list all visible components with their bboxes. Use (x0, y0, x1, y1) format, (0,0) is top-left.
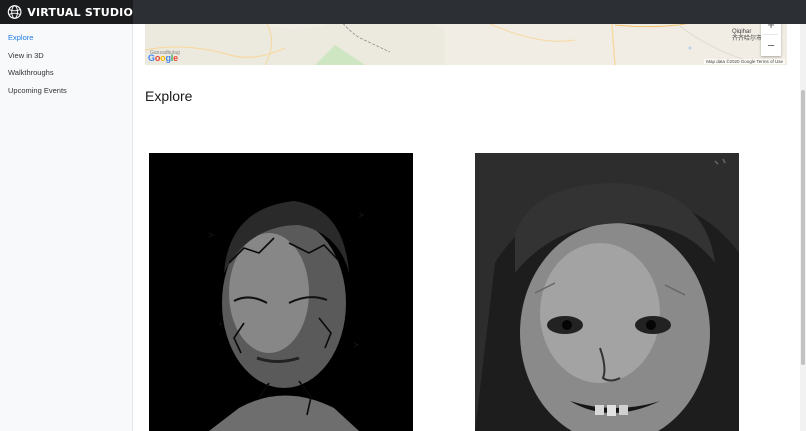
sidebar: Explore View in 3D Walkthroughs Upcoming… (0, 24, 133, 431)
artwork-image-child[interactable] (475, 153, 739, 431)
page-scrollbar[interactable] (800, 24, 806, 431)
globe-icon (7, 5, 22, 19)
gallery-card-woman-tattoo[interactable] (149, 153, 413, 431)
sidebar-menu: Explore View in 3D Walkthroughs Upcoming… (0, 24, 132, 104)
sidebar-item-view-in-3d[interactable]: View in 3D (0, 51, 132, 69)
sidebar-item-explore[interactable]: Explore (0, 33, 132, 51)
top-bar: VIRTUAL STUDIO (0, 0, 806, 24)
gallery-card-child-sketch[interactable] (475, 153, 739, 431)
google-logo[interactable]: Google (148, 53, 178, 63)
sidebar-item-walkthroughs[interactable]: Walkthroughs (0, 68, 132, 86)
scrollbar-thumb[interactable] (801, 90, 805, 365)
brand-logo[interactable]: VIRTUAL STUDIO (0, 0, 133, 24)
brand-name: VIRTUAL STUDIO (27, 5, 133, 19)
page-title: Explore (145, 88, 193, 104)
map-attribution[interactable]: Map data ©2020 Google Terms of Use (704, 59, 785, 64)
artwork-image-woman[interactable] (149, 153, 413, 431)
map-city-label: Qiqihar 齐齐哈尔市 (732, 29, 763, 42)
zoom-out-button[interactable]: − (761, 35, 781, 55)
sidebar-item-upcoming-events[interactable]: Upcoming Events (0, 86, 132, 104)
